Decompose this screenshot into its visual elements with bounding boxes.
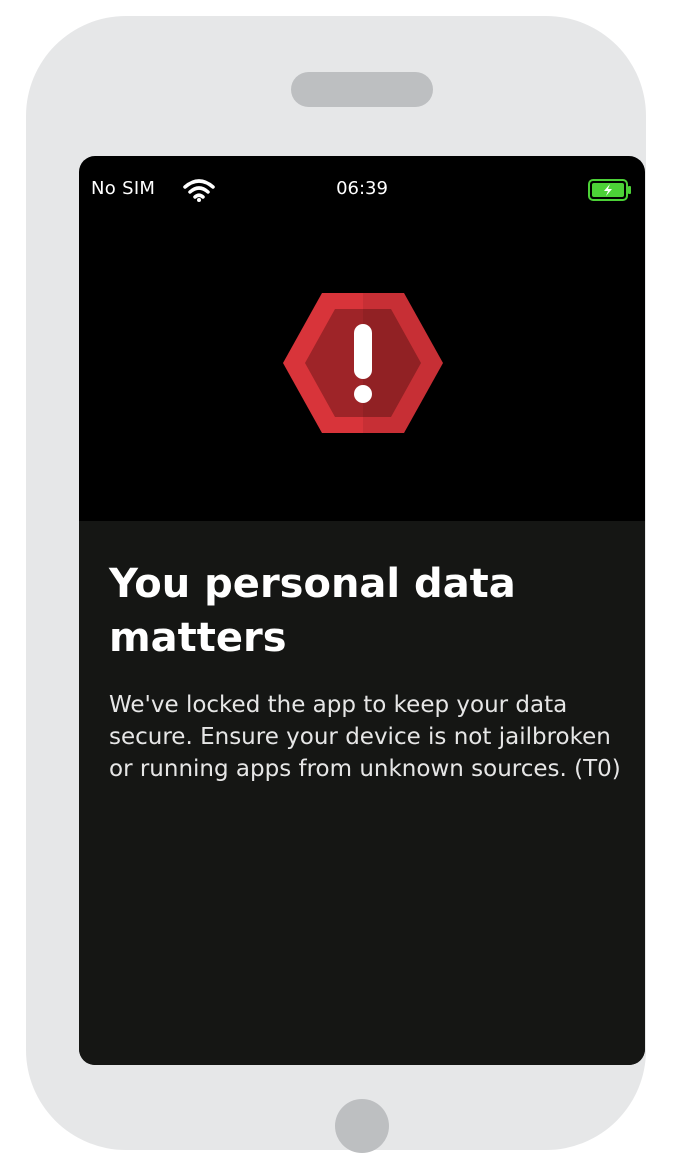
- alert-title: You personal data matters: [109, 561, 516, 661]
- alert-message: We've locked the app to keep your data s…: [109, 692, 621, 782]
- status-time: 06:39: [336, 178, 388, 199]
- status-bar: No SIM 06:39: [79, 156, 645, 222]
- warning-hexagon-icon: [283, 293, 443, 433]
- battery-charging-icon: [588, 179, 631, 201]
- home-button[interactable]: [335, 1099, 389, 1153]
- phone-speaker: [291, 72, 433, 107]
- phone-frame: No SIM 06:39 You personal data matters W…: [26, 16, 646, 1153]
- phone-screen: No SIM 06:39 You personal data matters W…: [79, 156, 645, 1065]
- alert-hero: [79, 222, 645, 521]
- alert-content: You personal data matters We've locked t…: [79, 521, 645, 1065]
